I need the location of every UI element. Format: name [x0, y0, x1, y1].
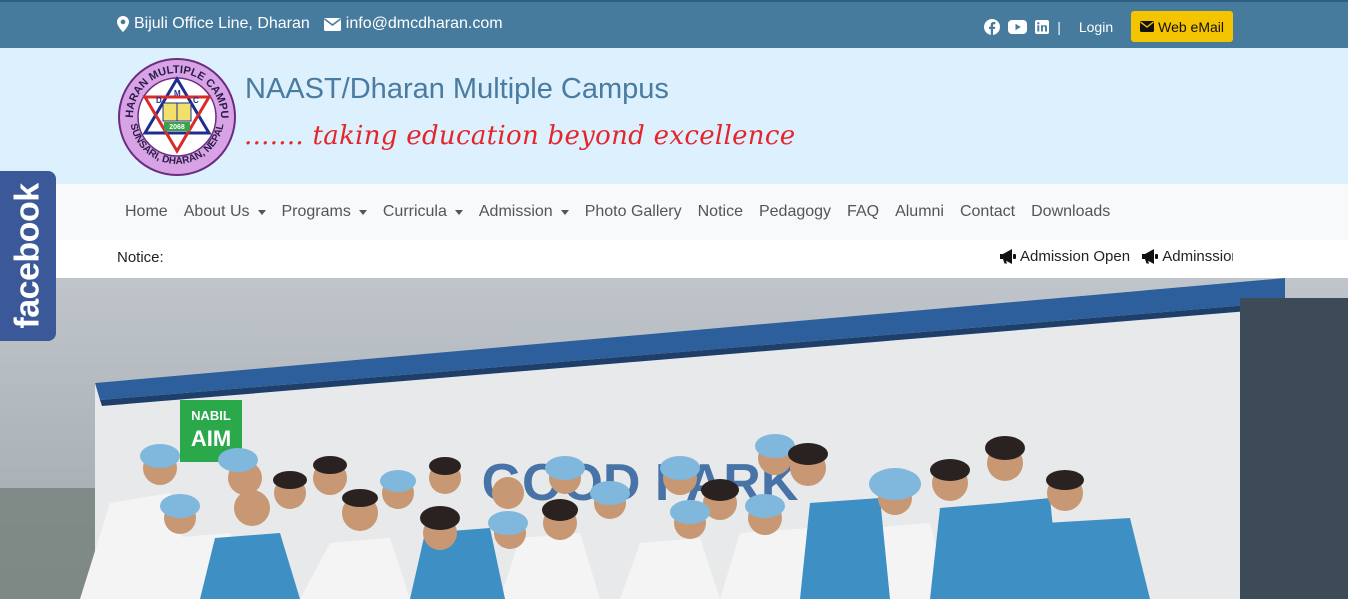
nav-item-downloads[interactable]: Downloads: [1023, 203, 1118, 221]
nav-item-home[interactable]: Home: [117, 203, 176, 221]
nav-item-notice[interactable]: Notice: [690, 203, 751, 221]
nav-item-label: Home: [125, 203, 168, 220]
nav-list: Home About Us Programs Curricula Admission Ph…: [117, 184, 1118, 240]
nav-item-label: Contact: [959, 203, 1016, 220]
caret-down-icon: [257, 209, 266, 215]
notice-item-label: Adminssion: [1162, 248, 1233, 265]
social-links: [984, 18, 1057, 35]
linkedin-icon[interactable]: [1035, 19, 1050, 34]
bullhorn-icon: [1142, 249, 1159, 264]
notice-item[interactable]: Adminssion: [1142, 248, 1233, 265]
nav-item-contact[interactable]: Contact: [952, 203, 1023, 221]
nav-item-label: About Us: [183, 203, 250, 220]
envelope-icon: [1140, 21, 1155, 32]
nav-item-about-us[interactable]: About Us: [176, 203, 274, 221]
facebook-tab-label: facebook: [8, 183, 47, 329]
nav-item-alumni[interactable]: Alumni: [887, 203, 952, 221]
nav-item-curricula[interactable]: Curricula: [375, 203, 471, 221]
bullhorn-icon: [1000, 249, 1016, 264]
hero-sign-bank: NABIL: [191, 408, 231, 423]
address-item: Bijuli Office Line, Dharan: [117, 15, 310, 33]
notice-item[interactable]: Admission Open: [1000, 248, 1130, 265]
nav-item-label: FAQ: [847, 203, 880, 220]
nav-item-admission[interactable]: Admission: [471, 203, 577, 221]
notice-bar: Notice: Admission Open Adminssion: [0, 240, 1348, 278]
logo-initial-c: C: [193, 96, 199, 105]
address-text: Bijuli Office Line, Dharan: [134, 15, 310, 32]
logo-year: 2068: [169, 124, 185, 131]
nav-item-pedagogy[interactable]: Pedagogy: [751, 203, 839, 221]
email-item[interactable]: info@dmcdharan.com: [323, 15, 503, 33]
nav-item-label: Alumni: [895, 203, 944, 220]
top-bar: Bijuli Office Line, Dharan info@dmcdhara…: [0, 0, 1348, 48]
web-email-button[interactable]: Web eMail: [1131, 11, 1233, 42]
site-header: DHARAN MULTIPLE CAMPUS SUNSARI, DHARAN, …: [0, 48, 1348, 184]
nav-item-programs[interactable]: Programs: [274, 203, 375, 221]
site-tagline: ....... taking education beyond excellen…: [244, 121, 796, 151]
nav-item-label: Pedagogy: [758, 203, 832, 220]
nav-item-label: Notice: [697, 203, 743, 220]
hero-sign-atm: AIM: [191, 426, 231, 451]
youtube-icon[interactable]: [1008, 19, 1028, 34]
email-link[interactable]: info@dmcdharan.com: [346, 15, 503, 33]
nav-item-faq[interactable]: FAQ: [839, 203, 887, 221]
site-title[interactable]: NAAST/Dharan Multiple Campus: [245, 73, 669, 106]
contact-info: Bijuli Office Line, Dharan info@dmcdhara…: [117, 15, 517, 33]
nav-item-label: Photo Gallery: [584, 203, 682, 220]
notice-ticker: Admission Open Adminssion: [1000, 248, 1233, 270]
facebook-side-tab[interactable]: facebook: [0, 171, 56, 341]
logo-initial-m: M: [174, 89, 181, 98]
caret-down-icon: [560, 209, 569, 215]
nav-item-label: Downloads: [1031, 203, 1111, 220]
logo-initial-d: D: [156, 96, 162, 105]
topbar-divider: |: [1057, 18, 1061, 35]
nav-item-label: Programs: [281, 203, 351, 220]
nav-item-photo-gallery[interactable]: Photo Gallery: [577, 203, 690, 221]
map-marker-icon: [117, 16, 129, 32]
notice-item-label: Admission Open: [1020, 248, 1131, 265]
hero-photo: NABIL AIM GOOD PARK: [0, 278, 1348, 599]
topbar-actions: | Login Web eMail: [984, 11, 1233, 42]
hero-image: NABIL AIM GOOD PARK: [0, 278, 1348, 599]
envelope-icon: [323, 17, 341, 31]
facebook-icon[interactable]: [984, 18, 1001, 35]
notice-label: Notice:: [117, 249, 164, 266]
nav-item-label: Curricula: [382, 203, 447, 220]
caret-down-icon: [358, 209, 367, 215]
web-email-label: Web eMail: [1158, 18, 1224, 35]
main-nav: Home About Us Programs Curricula Admission Ph…: [0, 184, 1348, 240]
caret-down-icon: [454, 209, 463, 215]
college-logo[interactable]: DHARAN MULTIPLE CAMPUS SUNSARI, DHARAN, …: [113, 48, 237, 177]
login-link[interactable]: Login: [1079, 19, 1113, 35]
nav-item-label: Admission: [478, 203, 553, 220]
